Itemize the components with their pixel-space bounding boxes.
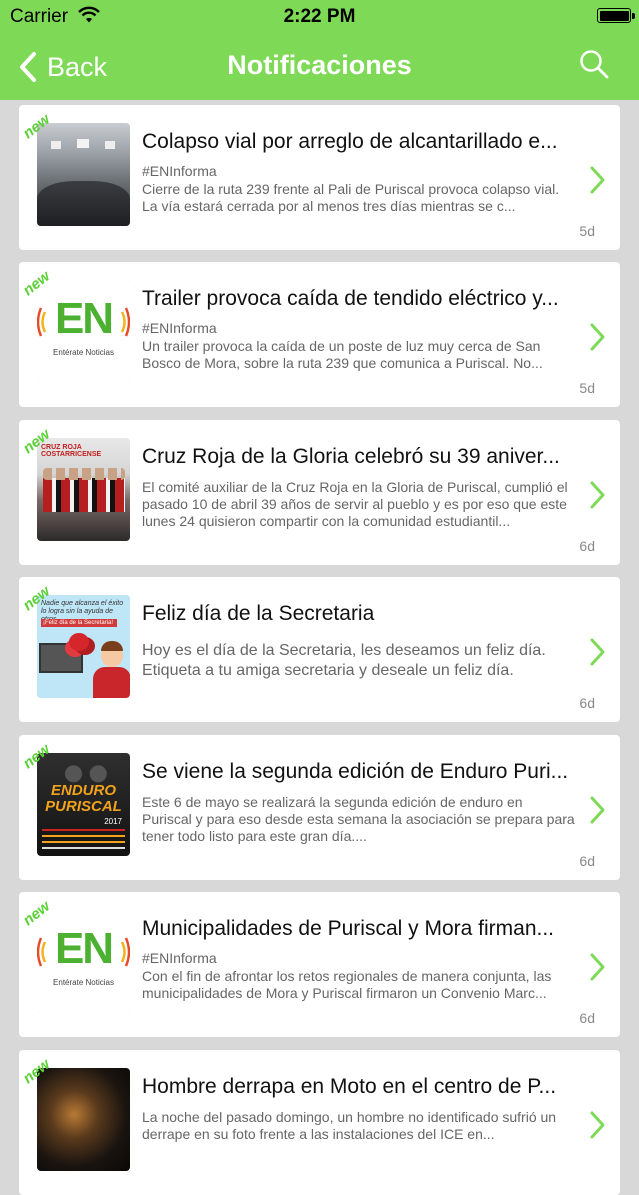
notification-description: Este 6 de mayo se realizará la segunda e… [142,794,575,844]
notification-card[interactable]: new ENDURO PURISCAL 2017 Se viene la seg… [19,735,620,880]
thumb-caption: CRUZ ROJA COSTARRICENSE [41,444,102,458]
notification-thumbnail [37,123,130,226]
notification-description: Hoy es el día de la Secretaria, les dese… [142,642,546,679]
notification-thumbnail: EN Entérate Noticias [37,280,130,383]
notification-thumbnail: CRUZ ROJA COSTARRICENSE [37,438,130,541]
notification-card[interactable]: new Nadie que alcanza el éxito lo logra … [19,577,620,722]
chevron-right-icon [590,953,605,981]
en-logo-subtitle: Entérate Noticias [53,348,114,357]
notification-title: Feliz día de la Secretaria [142,602,375,625]
notification-age: 6d [579,1010,595,1026]
notification-age: 6d [579,853,595,869]
notification-thumbnail [37,1068,130,1171]
thumb-year: 2017 [104,817,122,826]
notification-title: Hombre derrapa en Moto en el centro de P… [142,1075,557,1098]
notification-title: Se viene la segunda edición de Enduro Pu… [142,760,569,783]
en-logo-text: EN [54,294,114,343]
notification-age: 5d [579,380,595,396]
chevron-right-icon [590,796,605,824]
notification-thumbnail: ENDURO PURISCAL 2017 [37,753,130,856]
thumb-subcaption: ¡Feliz día de la Secretaria! [41,619,117,627]
search-icon[interactable] [579,49,609,79]
chevron-right-icon [590,638,605,666]
notification-card[interactable]: new Hombre derrapa en Moto en el centro … [19,1050,620,1195]
notification-age: 6d [579,695,595,711]
en-logo-text: EN [54,924,114,973]
notification-title: Cruz Roja de la Gloria celebró su 39 ani… [142,445,560,468]
en-logo-subtitle: Entérate Noticias [53,978,114,987]
page-title: Notificaciones [227,50,412,80]
status-bar: Carrier 2:22 PM [0,0,639,33]
battery-icon [597,8,635,23]
chevron-right-icon [590,481,605,509]
notification-tag: #ENInforma [142,320,217,336]
chevron-right-icon [590,323,605,351]
thumb-caption: ENDURO PURISCAL [45,782,122,815]
notification-title: Colapso vial por arreglo de alcantarilla… [142,130,558,153]
notification-title: Municipalidades de Puriscal y Mora firma… [142,917,555,940]
status-time: 2:22 PM [283,6,356,27]
notification-age: 5d [579,223,595,239]
chevron-right-icon [590,166,605,194]
notification-age: 6d [579,538,595,554]
notification-description: La noche del pasado domingo, un hombre n… [142,1109,557,1142]
notification-description: Cierre de la ruta 239 frente al Pali de … [142,181,560,214]
notification-description: Con el fin de afrontar los retos regiona… [142,968,552,1001]
navigation-bar: Back Notificaciones [0,33,639,100]
notification-card[interactable]: new EN Entérate Noticias Trailer provoca… [19,262,620,407]
notification-card[interactable]: new Colapso vial por arreglo de alcantar… [19,105,620,250]
notification-card[interactable]: new CRUZ ROJA COSTARRICENSE Cruz Roja de… [19,420,620,565]
notification-title: Trailer provoca caída de tendido eléctri… [142,287,559,310]
notification-thumbnail: Nadie que alcanza el éxito lo logra sin … [37,595,130,698]
notification-card[interactable]: new EN Entérate Noticias Municipalidades… [19,892,620,1037]
notification-description: Un trailer provoca la caída de un poste … [142,338,543,371]
notification-description: El comité auxiliar de la Cruz Roja en la… [142,479,568,529]
notification-tag: #ENInforma [142,950,217,966]
notification-thumbnail: EN Entérate Noticias [37,910,130,1013]
notification-tag: #ENInforma [142,163,217,179]
